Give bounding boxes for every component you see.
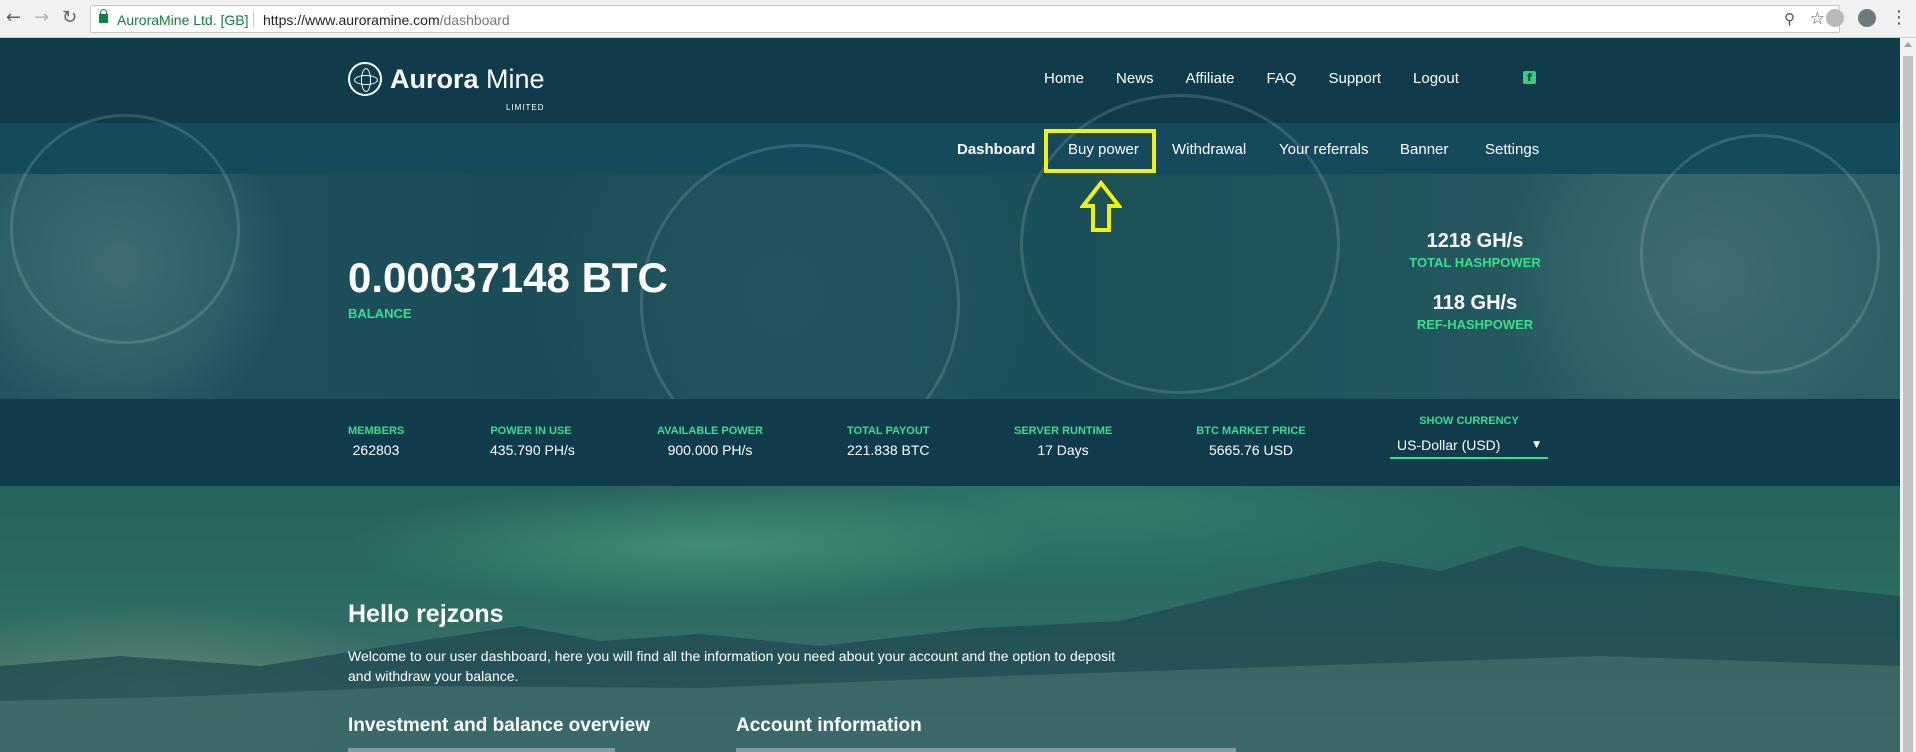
browser-toolbar: ← → ↻ AuroraMine Ltd. [GB] https://www.a…: [0, 0, 1916, 38]
stat-label: MEMBERS: [348, 425, 405, 437]
section-divider: [736, 748, 1236, 752]
tab-banner[interactable]: Banner: [1400, 141, 1448, 158]
page-scrollbar[interactable]: [1900, 38, 1916, 752]
ref-hashpower-value: 118 GH/s: [1432, 292, 1518, 314]
greeting-heading: Hello rejzons: [348, 600, 504, 628]
balance-value: 0.00037148 BTC: [348, 254, 668, 301]
scroll-up-icon[interactable]: [1904, 42, 1912, 47]
browser-menu-icon[interactable]: ⋮: [1890, 7, 1908, 28]
nav-affiliate[interactable]: Affiliate: [1186, 70, 1235, 87]
stat-label: SERVER RUNTIME: [1014, 425, 1113, 437]
stat-label: AVAILABLE POWER: [657, 425, 763, 437]
forward-icon[interactable]: →: [34, 8, 49, 28]
currency-selected-value: US-Dollar (USD): [1397, 437, 1501, 453]
scrollbar-thumb[interactable]: [1903, 56, 1913, 752]
stats-bar: MEMBERS 262803 POWER IN USE 435.790 PH/s…: [0, 399, 1900, 486]
atom-logo-icon: [348, 62, 382, 96]
balance-hero: 0.00037148 BTC BALANCE 1218 GH/s TOTAL H…: [0, 94, 1900, 464]
arrow-up-icon: [1080, 180, 1122, 232]
buy-power-highlight: [1044, 129, 1156, 173]
brand-sub: LIMITED: [506, 103, 545, 112]
mountain-landscape: [0, 546, 1900, 752]
stat-value: 17 Days: [1037, 442, 1089, 458]
url-path: /dashboard: [439, 12, 510, 28]
tab-dashboard[interactable]: Dashboard: [957, 141, 1035, 158]
dropdown-caret-icon: ▼: [1533, 440, 1540, 450]
facebook-icon[interactable]: f: [1523, 71, 1536, 84]
address-bar[interactable]: AuroraMine Ltd. [GB] https://www.auroram…: [90, 5, 1840, 33]
url-host: https://www.auroramine.com: [263, 12, 440, 28]
back-icon[interactable]: ←: [6, 8, 21, 28]
site-logo[interactable]: Aurora Mine LIMITED: [348, 62, 545, 112]
total-hashpower-label: TOTAL HASHPOWER: [1409, 255, 1541, 270]
investment-heading: Investment and balance overview: [348, 715, 651, 736]
dashboard-content: Hello rejzons Welcome to our user dashbo…: [0, 486, 1900, 752]
account-heading: Account information: [736, 715, 922, 736]
nav-faq[interactable]: FAQ: [1266, 70, 1296, 87]
nav-home[interactable]: Home: [1044, 70, 1084, 87]
stat-power-in-use: POWER IN USE 435.790 PH/s: [490, 425, 575, 458]
key-icon[interactable]: ⚲: [1784, 10, 1795, 28]
currency-select[interactable]: US-Dollar (USD) ▼: [1390, 431, 1548, 459]
balance-label: BALANCE: [348, 306, 412, 321]
stat-label: TOTAL PAYOUT: [847, 425, 930, 437]
stat-total-payout: TOTAL PAYOUT 221.838 BTC: [847, 425, 930, 458]
security-label: AuroraMine Ltd. [GB]: [117, 12, 249, 28]
stat-btc-market-price: BTC MARKET PRICE 5665.76 USD: [1196, 425, 1306, 458]
brand-bold: Aurora: [390, 64, 479, 94]
stat-value: 221.838 BTC: [847, 442, 930, 458]
currency-label: SHOW CURRENCY: [1419, 415, 1519, 427]
stat-value: 5665.76 USD: [1208, 442, 1294, 458]
url-text[interactable]: https://www.auroramine.com/dashboard: [263, 12, 510, 28]
coin-decoration: [10, 114, 240, 344]
section-divider: [348, 748, 615, 752]
brand-name: Aurora Mine LIMITED: [390, 64, 545, 112]
stat-value: 262803: [352, 442, 400, 458]
brand-light: Mine: [486, 64, 545, 94]
welcome-text: Welcome to our user dashboard, here you …: [348, 648, 1116, 684]
stat-available-power: AVAILABLE POWER 900.000 PH/s: [657, 425, 763, 458]
stat-label: BTC MARKET PRICE: [1196, 425, 1306, 437]
page: Aurora Mine LIMITED Home News Affiliate F…: [0, 38, 1900, 752]
reload-icon[interactable]: ↻: [62, 8, 77, 28]
extension-icon[interactable]: [1826, 9, 1844, 27]
site-header: Aurora Mine LIMITED Home News Affiliate F…: [0, 38, 1900, 123]
main-nav: Home News Affiliate FAQ Support Logout: [1044, 70, 1491, 87]
address-separator: [253, 11, 254, 28]
stat-members: MEMBERS 262803: [348, 425, 404, 458]
bookmark-star-icon[interactable]: ☆: [1810, 9, 1825, 29]
total-hashpower-value: 1218 GH/s: [1426, 230, 1524, 252]
extension-icon[interactable]: [1858, 9, 1876, 27]
nav-news[interactable]: News: [1116, 70, 1154, 87]
nav-support[interactable]: Support: [1328, 70, 1381, 87]
stat-value: 900.000 PH/s: [667, 442, 753, 458]
lock-icon: [99, 9, 108, 23]
dashboard-nav: Dashboard Buy power Withdrawal Your refe…: [0, 123, 1900, 174]
stat-server-runtime: SERVER RUNTIME 17 Days: [1014, 425, 1112, 458]
stat-label: POWER IN USE: [490, 425, 572, 437]
ref-hashpower-label: REF-HASHPOWER: [1416, 317, 1534, 332]
coin-decoration: [1640, 134, 1880, 374]
stat-value: 435.790 PH/s: [490, 442, 575, 458]
nav-logout[interactable]: Logout: [1413, 70, 1459, 87]
tab-settings[interactable]: Settings: [1485, 141, 1539, 158]
